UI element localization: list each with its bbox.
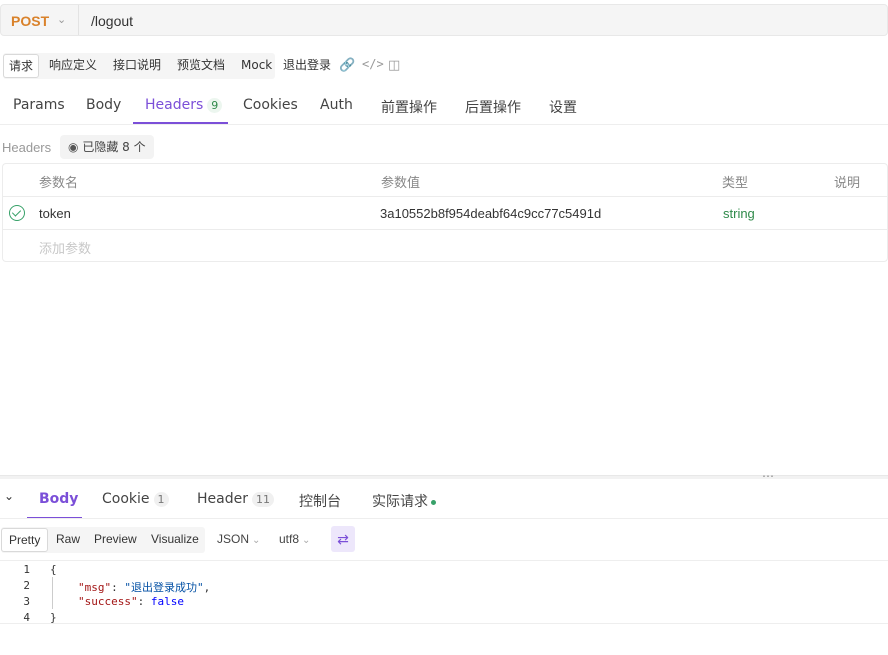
language-value: JSON bbox=[217, 532, 250, 546]
line-number: 2 bbox=[23, 579, 30, 592]
tab-settings[interactable]: 设置 bbox=[549, 97, 577, 117]
hidden-headers-toggle[interactable]: ◉ 已隐藏 8 个 bbox=[60, 135, 154, 159]
column-header-value: 参数值 bbox=[381, 176, 421, 191]
header-count-badge: 11 bbox=[251, 492, 274, 507]
headers-count-badge: 9 bbox=[207, 98, 223, 113]
headers-section-label: Headers bbox=[2, 140, 52, 155]
status-dot-icon bbox=[431, 499, 436, 505]
json-string-value: "退出登录成功" bbox=[124, 581, 204, 594]
panel-splitter[interactable] bbox=[0, 475, 888, 479]
tab-post-processors[interactable]: 后置操作 bbox=[465, 97, 521, 117]
code-line-open-brace: { bbox=[50, 563, 57, 576]
encoding-value: utf8 bbox=[279, 532, 300, 546]
encoding-select[interactable]: utf8 ⌄ bbox=[279, 532, 310, 546]
sub-tab-request[interactable]: 请求 bbox=[3, 54, 40, 78]
json-boolean-value: false bbox=[150, 595, 184, 608]
column-header-description: 说明 bbox=[834, 176, 861, 191]
divider bbox=[2, 229, 888, 230]
format-visualize[interactable]: Visualize bbox=[144, 528, 206, 552]
tab-auth[interactable]: Auth bbox=[320, 97, 353, 113]
divider bbox=[0, 124, 888, 125]
response-tab-body[interactable]: Body bbox=[39, 491, 78, 507]
json-key: "msg" bbox=[78, 581, 112, 594]
language-select[interactable]: JSON ⌄ bbox=[217, 532, 260, 546]
panel-icon[interactable]: ◫ bbox=[388, 57, 400, 73]
divider bbox=[0, 623, 888, 624]
divider bbox=[0, 560, 888, 561]
chevron-down-icon[interactable]: ⌄ bbox=[57, 13, 66, 26]
code-line-success: "success": false bbox=[78, 595, 184, 608]
sub-tab-mock[interactable]: Mock bbox=[236, 54, 277, 78]
tab-pre-processors[interactable]: 前置操作 bbox=[381, 97, 437, 117]
line-number: 3 bbox=[23, 595, 30, 608]
url-input[interactable]: /logout bbox=[91, 13, 133, 29]
code-line-msg: "msg": "退出登录成功", bbox=[78, 581, 211, 594]
divider bbox=[78, 5, 79, 35]
divider bbox=[2, 196, 888, 197]
response-tab-console[interactable]: 控制台 bbox=[299, 491, 341, 511]
eye-icon: ◉ bbox=[68, 140, 79, 154]
word-wrap-icon[interactable]: ⇄ bbox=[331, 526, 355, 552]
chevron-down-icon: ⌄ bbox=[252, 535, 261, 546]
column-header-name: 参数名 bbox=[39, 176, 79, 191]
endpoint-name[interactable]: 退出登录 bbox=[278, 54, 336, 78]
hidden-headers-text: 已隐藏 8 个 bbox=[82, 140, 146, 154]
response-tab-actual-request-label: 实际请求 bbox=[372, 494, 428, 510]
divider bbox=[0, 518, 888, 519]
method-select[interactable]: POST bbox=[11, 13, 49, 29]
response-tab-cookie[interactable]: Cookie 1 bbox=[102, 491, 169, 507]
format-preview[interactable]: Preview bbox=[87, 528, 144, 552]
enabled-checkbox[interactable] bbox=[9, 205, 25, 221]
header-name-cell[interactable]: token bbox=[39, 206, 71, 221]
url-bar: POST ⌄ /logout bbox=[0, 4, 888, 36]
response-tab-actual-request[interactable]: 实际请求 bbox=[372, 491, 436, 511]
sub-tab-api-doc[interactable]: 接口说明 bbox=[108, 54, 166, 78]
format-raw[interactable]: Raw bbox=[49, 528, 87, 552]
response-tab-cookie-label: Cookie bbox=[102, 491, 150, 507]
format-pretty[interactable]: Pretty bbox=[1, 528, 49, 552]
header-type-cell[interactable]: string bbox=[723, 206, 755, 221]
indent-guide bbox=[52, 577, 53, 609]
tab-cookies[interactable]: Cookies bbox=[243, 97, 298, 113]
tab-headers[interactable]: Headers 9 bbox=[145, 97, 223, 113]
response-tab-header-label: Header bbox=[197, 491, 248, 507]
column-header-type: 类型 bbox=[722, 176, 749, 191]
json-key: "success" bbox=[78, 595, 138, 608]
collapse-chevron-icon[interactable]: ⌄ bbox=[4, 489, 14, 503]
code-icon[interactable]: </> bbox=[362, 57, 384, 71]
drag-handle-icon[interactable]: ⋯ bbox=[762, 469, 774, 483]
tab-params[interactable]: Params bbox=[13, 97, 65, 113]
link-icon[interactable]: 🔗 bbox=[339, 57, 355, 73]
add-parameter-input[interactable]: 添加参数 bbox=[39, 238, 91, 257]
header-value-cell[interactable]: 3a10552b8f954deabf64c9cc77c5491d bbox=[380, 206, 601, 221]
response-tab-header[interactable]: Header 11 bbox=[197, 491, 274, 507]
chevron-down-icon: ⌄ bbox=[302, 535, 311, 546]
sub-tab-response-definition[interactable]: 响应定义 bbox=[44, 54, 102, 78]
sub-tab-preview-doc[interactable]: 预览文档 bbox=[172, 54, 230, 78]
tab-headers-label: Headers bbox=[145, 97, 204, 113]
tab-body[interactable]: Body bbox=[86, 97, 121, 113]
line-number: 1 bbox=[23, 563, 30, 576]
cookie-count-badge: 1 bbox=[153, 492, 169, 507]
